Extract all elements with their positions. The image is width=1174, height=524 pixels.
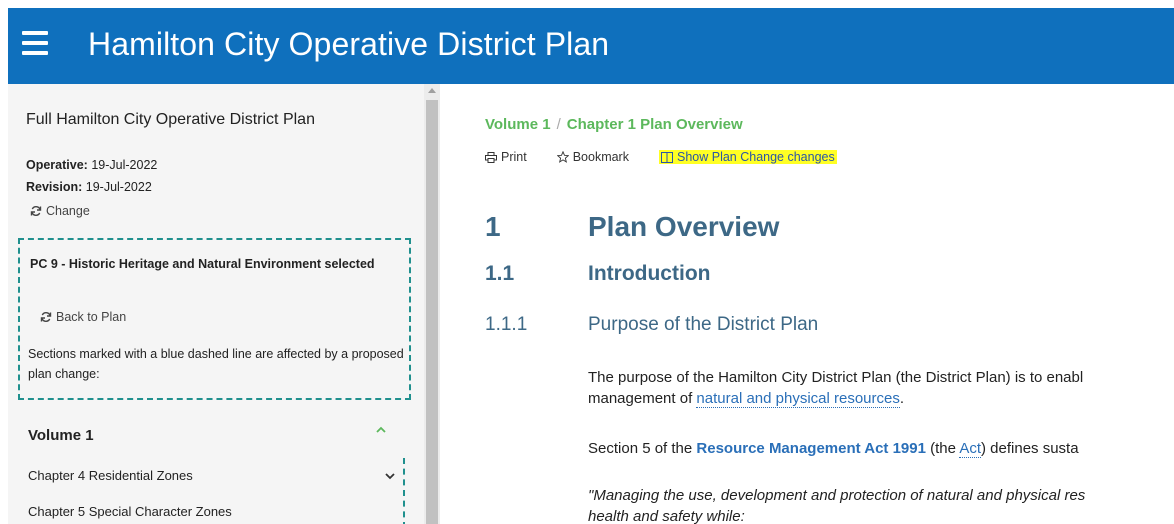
section-5-mid: (the — [925, 440, 960, 457]
app-window: Hamilton City Operative District Plan Fu… — [8, 8, 1174, 524]
star-icon — [556, 151, 569, 163]
back-to-plan-button[interactable]: Back to Plan — [40, 310, 126, 324]
purpose-paragraph: The purpose of the Hamilton City Distric… — [588, 367, 1083, 409]
plan-change-marker — [403, 458, 405, 524]
show-plan-change-button[interactable]: Show Plan Change changes — [658, 150, 837, 164]
print-button[interactable]: Print — [485, 150, 527, 164]
breadcrumb-volume-link[interactable]: Volume 1 — [485, 116, 551, 133]
revision-date: 19-Jul-2022 — [85, 180, 152, 194]
refresh-icon — [30, 206, 42, 216]
bookmark-label: Bookmark — [572, 150, 629, 164]
heading-1-number: 1 — [485, 211, 501, 242]
act-link[interactable]: Act — [959, 440, 981, 458]
rma-1991-link[interactable]: Resource Management Act 1991 — [696, 440, 926, 457]
volume-1-heading[interactable]: Volume 1 — [28, 427, 94, 444]
change-label: Change — [46, 204, 90, 218]
show-plan-change-label: Show Plan Change changes — [676, 150, 835, 164]
refresh-icon — [40, 312, 52, 322]
operative-date: 19-Jul-2022 — [91, 158, 158, 172]
heading-2-title: Introduction — [588, 262, 711, 285]
section-5-paragraph: Section 5 of the Resource Management Act… — [588, 438, 1079, 459]
breadcrumb: Volume 1 / Chapter 1 Plan Overview — [485, 116, 743, 133]
revision-label: Revision: — [26, 180, 83, 194]
purpose-line-1: The purpose of the Hamilton City Distric… — [588, 369, 1084, 386]
revision-date-line: Revision: 19-Jul-2022 — [26, 180, 152, 194]
nav-item-chapter-4[interactable]: Chapter 4 Residential Zones — [28, 468, 193, 483]
print-label: Print — [501, 150, 527, 164]
heading-3-number: 1.1.1 — [485, 314, 528, 335]
top-header-bar: Hamilton City Operative District Plan — [8, 8, 1174, 84]
heading-3-title: Purpose of the District Plan — [588, 314, 819, 335]
quote-line-2: health and safety while: — [588, 508, 745, 524]
sidebar-plan-title: Full Hamilton City Operative District Pl… — [26, 111, 315, 128]
heading-2-number: 1.1 — [485, 262, 515, 285]
operative-label: Operative: — [26, 158, 88, 172]
heading-1-title: Plan Overview — [588, 211, 780, 242]
hamburger-menu-icon[interactable] — [22, 31, 48, 55]
content-toolbar: Print Bookmark Show Plan Change changes — [485, 150, 837, 164]
operative-date-line: Operative: 19-Jul-2022 — [26, 158, 157, 172]
sidebar: Full Hamilton City Operative District Pl… — [8, 84, 424, 524]
scroll-up-arrow-icon[interactable] — [428, 88, 436, 93]
nav-item-chapter-5[interactable]: Chapter 5 Special Character Zones — [28, 504, 232, 519]
plan-change-description: Sections marked with a blue dashed line … — [28, 347, 404, 381]
section-5-end: ) defines susta — [981, 440, 1079, 457]
purpose-line-2: management of natural and physical resou… — [588, 388, 1083, 409]
chevron-down-icon[interactable] — [384, 470, 396, 482]
quote-line-1: "Managing the use, development and prote… — [588, 487, 1086, 504]
app-title: Hamilton City Operative District Plan — [88, 26, 610, 62]
scrollbar-thumb[interactable] — [426, 100, 438, 524]
breadcrumb-chapter-link[interactable]: Chapter 1 Plan Overview — [567, 116, 743, 133]
bookmark-button[interactable]: Bookmark — [556, 150, 629, 164]
chevron-up-icon[interactable] — [375, 424, 387, 436]
section-5-text: Section 5 of the — [588, 440, 697, 457]
plan-change-panel: PC 9 - Historic Heritage and Natural Env… — [18, 238, 411, 400]
main-content: Volume 1 / Chapter 1 Plan Overview Print B… — [440, 84, 1174, 524]
quote-paragraph: "Managing the use, development and prote… — [588, 485, 1085, 524]
printer-icon — [485, 151, 497, 163]
purpose-line-2-text: management of — [588, 390, 697, 407]
columns-icon — [660, 151, 673, 163]
sidebar-scrollbar[interactable] — [424, 84, 440, 524]
breadcrumb-separator: / — [556, 116, 561, 133]
purpose-line-2-end: . — [899, 390, 905, 407]
change-button[interactable]: Change — [30, 204, 90, 218]
back-to-plan-label: Back to Plan — [56, 310, 127, 324]
natural-physical-resources-link[interactable]: natural and physical resources — [696, 390, 900, 408]
plan-change-title: PC 9 - Historic Heritage and Natural Env… — [30, 257, 375, 271]
